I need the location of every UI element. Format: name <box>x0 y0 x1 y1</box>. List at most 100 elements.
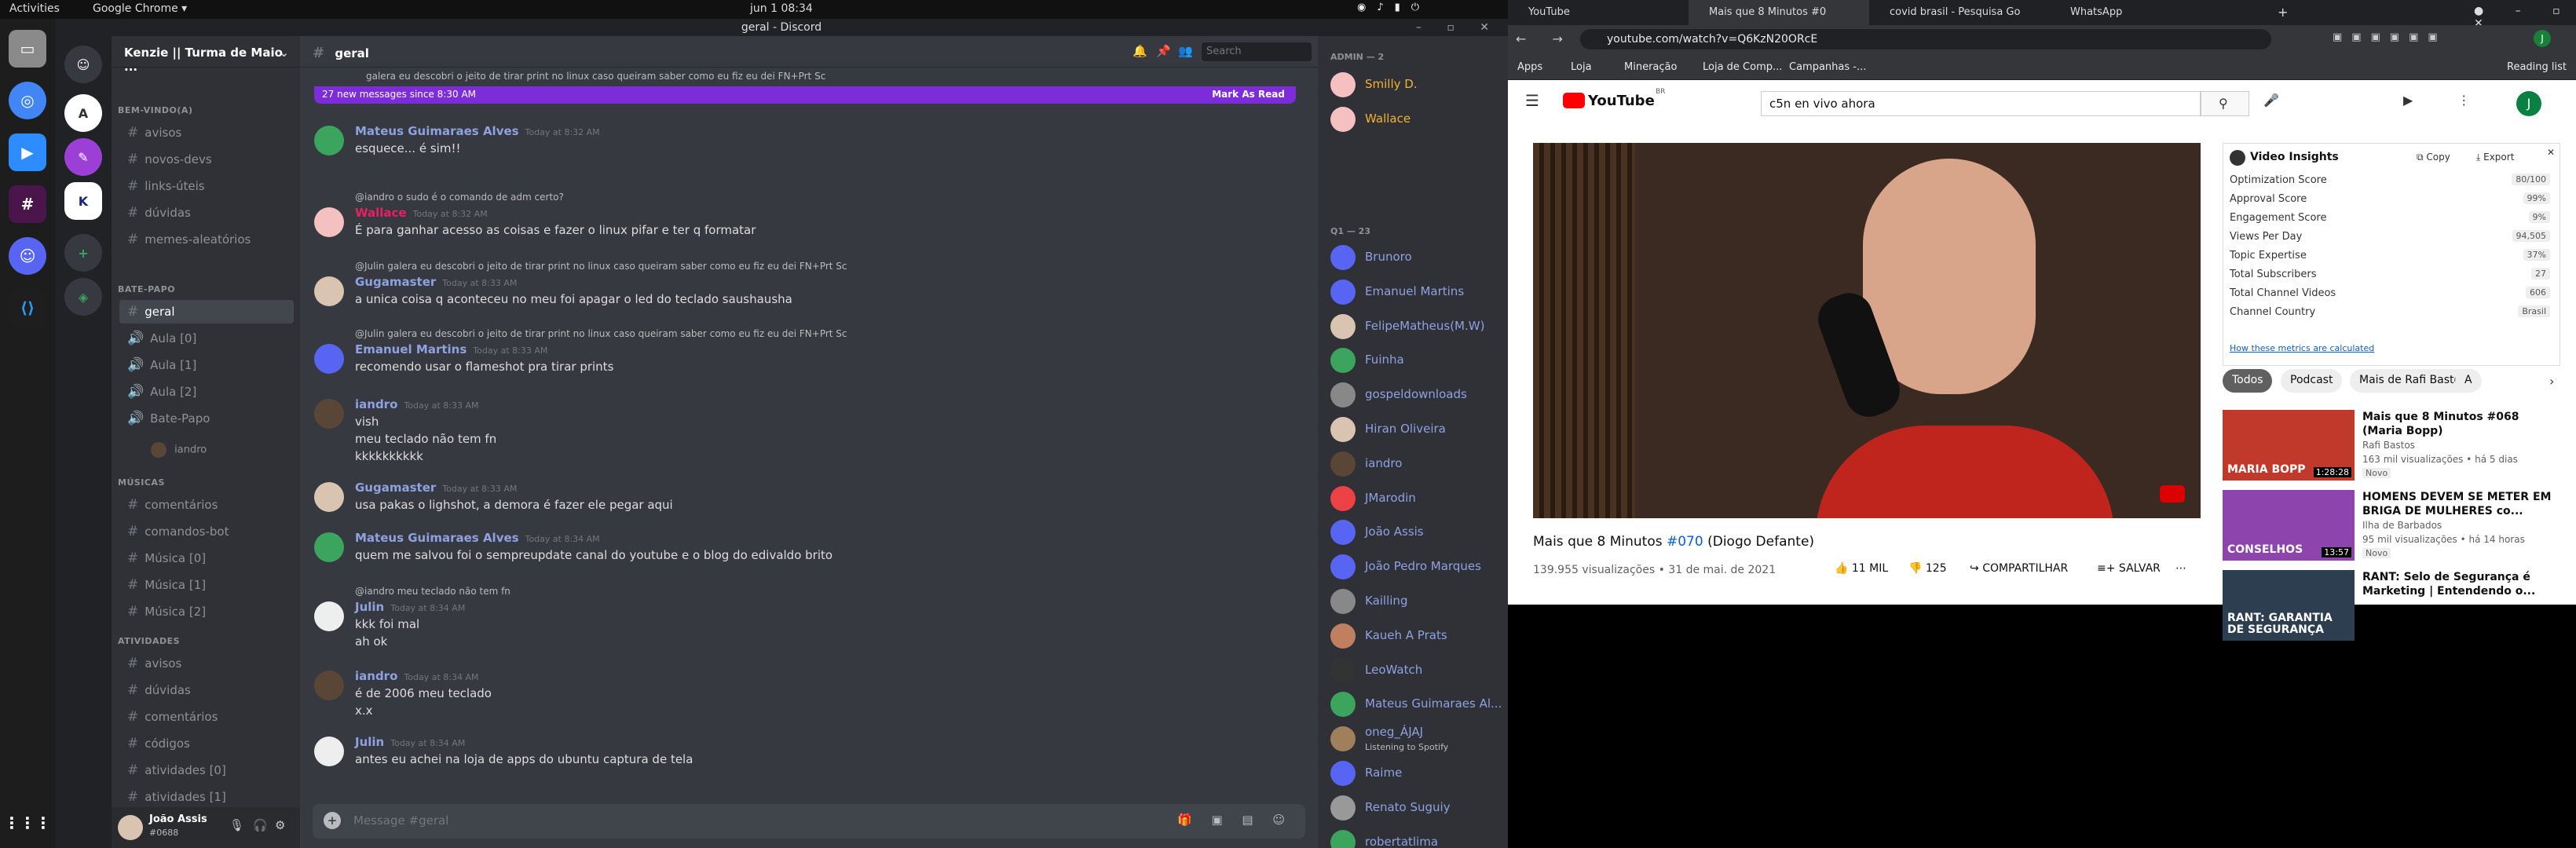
show-apps-icon[interactable]: ⋮⋮⋮ <box>4 804 51 842</box>
category-music[interactable]: MÚSICAS <box>118 477 165 488</box>
message-author[interactable]: Gugamaster Today at 8:33 AM <box>355 481 517 495</box>
mute-icon[interactable]: 🎙 <box>229 818 244 832</box>
member-item[interactable]: Emanuel Martins <box>1330 276 1503 308</box>
wifi-icon[interactable]: ◉ <box>1357 2 1366 13</box>
system-tray[interactable]: ◉ ♪ ▮ ⏻ <box>1357 2 1419 13</box>
rec-channel[interactable]: Ilha de Barbados <box>2362 520 2442 531</box>
channel-item[interactable]: # avisos <box>119 121 294 144</box>
address-bar[interactable]: youtube.com/watch?v=Q6KzN20ORcE <box>1580 29 2271 49</box>
tab-whatsapp[interactable]: WhatsApp <box>2050 0 2207 25</box>
channel-item[interactable]: # avisos <box>119 652 294 675</box>
server-icon-1[interactable]: A <box>64 94 102 132</box>
rec-channel[interactable]: Rafi Bastos <box>2362 440 2415 451</box>
channel-item[interactable]: # memes-aleatórios <box>119 228 294 251</box>
message-author[interactable]: Gugamaster Today at 8:33 AM <box>355 275 517 289</box>
video-title-hashtag[interactable]: #070 <box>1667 534 1703 550</box>
bookmark-loja[interactable]: Loja <box>1571 61 1592 73</box>
server-icon-2[interactable]: ✎ <box>64 138 102 176</box>
avatar[interactable] <box>314 532 344 562</box>
vscode-icon[interactable]: ⟨⟩ <box>9 289 46 327</box>
server-header[interactable]: Kenzie || Turma de Maio ... ⌄ <box>112 36 300 74</box>
reply-preview[interactable]: @Julin galera eu descobri o jeito de tir… <box>355 328 847 339</box>
member-item[interactable]: Fuinha <box>1330 345 1503 376</box>
chrome-icon[interactable]: ◎ <box>9 82 46 119</box>
member-item[interactable]: Kaueh A Prats <box>1330 620 1503 652</box>
bookmark-loja-comp[interactable]: Loja de Comp... <box>1703 61 1782 73</box>
member-item[interactable]: iandro <box>1330 448 1503 480</box>
message-input[interactable]: + Message #geral 🎁 ▣ ▤ ☺ <box>313 804 1305 839</box>
chevron-down-icon[interactable]: ⌄ <box>279 46 289 60</box>
member-item[interactable]: João Assis <box>1330 517 1503 548</box>
account-avatar[interactable]: J <box>2516 91 2541 116</box>
chat-message[interactable]: iandro Today at 8:33 AM vish meu teclado nã… <box>314 397 1296 463</box>
channel-item[interactable]: 🔊 Aula [1] <box>119 353 294 377</box>
bookmark-apps[interactable]: Apps <box>1517 61 1542 73</box>
clock[interactable]: jun 1 08:34 <box>750 2 813 15</box>
window-controls[interactable]: – ▫ ✕ <box>1416 19 1500 36</box>
pin-icon[interactable]: 📌 <box>1156 44 1171 58</box>
battery-icon[interactable]: ▮ <box>1395 2 1400 13</box>
emoji-gif-icons[interactable]: 🎁 ▣ ▤ ☺ <box>1177 813 1293 827</box>
export-button[interactable]: ⤓ Export <box>2476 152 2514 163</box>
bookmark-mineracao[interactable]: Mineração <box>1624 61 1677 73</box>
share-button[interactable]: ↪ COMPARTILHAR <box>1970 562 2068 575</box>
message-author[interactable]: iandro Today at 8:34 AM <box>355 669 478 683</box>
recommended-video[interactable]: MARIA BOPP 1:28:28 Mais que 8 Minutos #068… <box>2223 410 2560 481</box>
search-button[interactable]: ⚲ <box>2201 91 2249 116</box>
app-menu[interactable]: Google Chrome ▾ <box>93 2 187 15</box>
chat-message[interactable]: @iandro o sudo é o comando de adm certo?… <box>314 192 1296 254</box>
headphones-icon[interactable]: 🎧 <box>253 818 268 832</box>
more-icon[interactable]: ⋯ <box>2175 562 2186 575</box>
category-chat[interactable]: BATE-PAPO <box>118 284 175 294</box>
member-item[interactable]: Mateus Guimaraes Al... <box>1330 689 1503 720</box>
member-item[interactable]: FelipeMatheus(M.W) <box>1330 311 1503 342</box>
member-item[interactable]: Wallace <box>1330 104 1503 135</box>
extension-icons[interactable]: ▣▣▣▣▣▣ <box>2333 31 2447 43</box>
channel-item[interactable]: 🔊 Aula [2] <box>119 380 294 404</box>
mic-icon[interactable]: 🎤 <box>2263 93 2279 108</box>
power-icon[interactable]: ⏻ <box>1411 2 1419 13</box>
video-player[interactable] <box>1533 143 2201 518</box>
channel-item[interactable]: # Música [0] <box>119 546 294 570</box>
tab-youtube[interactable]: YouTube <box>1508 0 1689 25</box>
bell-icon[interactable]: 🔔 <box>1132 44 1147 58</box>
tab-covid-brasil[interactable]: covid brasil - Pesquisa Go <box>1869 0 2050 25</box>
metrics-link[interactable]: How these metrics are calculated <box>2230 343 2374 353</box>
message-author[interactable]: Julin Today at 8:34 AM <box>355 735 465 749</box>
filter-chip[interactable]: Todos <box>2223 369 2273 393</box>
bookmark-campanhas[interactable]: Campanhas -... <box>1789 61 1866 73</box>
volume-icon[interactable]: ♪ <box>1377 2 1383 13</box>
copy-button[interactable]: ⧉ Copy <box>2417 152 2450 163</box>
avatar[interactable] <box>314 207 344 237</box>
message-author[interactable]: iandro Today at 8:33 AM <box>355 397 478 411</box>
members-icon[interactable]: 👥 <box>1178 44 1193 58</box>
close-icon[interactable]: ✕ <box>2547 147 2555 158</box>
member-item[interactable]: Hiran Oliveira <box>1330 414 1503 445</box>
category-activities[interactable]: ATIVIDADES <box>118 636 180 646</box>
avatar[interactable] <box>314 126 344 155</box>
recommended-video[interactable]: RANT: GARANTIA DE SEGURANÇA RANT: Selo de… <box>2223 570 2560 641</box>
channel-item[interactable]: # links-úteis <box>119 174 294 198</box>
channel-item[interactable]: # comandos-bot <box>119 520 294 543</box>
member-item[interactable]: gospeldownloads <box>1330 379 1503 411</box>
search-input[interactable]: Search <box>1202 42 1312 61</box>
message-author[interactable]: Emanuel Martins Today at 8:33 AM <box>355 342 547 356</box>
channel-item[interactable]: 🔊 Aula [0] <box>119 327 294 350</box>
member-item[interactable]: oneg_ÁJAJ Listening to Spotify <box>1330 723 1503 755</box>
discord-home-icon[interactable]: ☺ <box>64 46 102 83</box>
member-item[interactable]: LeoWatch <box>1330 655 1503 686</box>
save-button[interactable]: ≡+ SALVAR <box>2097 562 2161 575</box>
channel-item[interactable]: 🔊 Bate-Papo <box>119 407 294 430</box>
like-button[interactable]: 👍 11 MIL <box>1835 562 1888 575</box>
rec-title[interactable]: Mais que 8 Minutos #068 (Maria Bopp) <box>2362 410 2559 438</box>
chat-message[interactable]: Julin Today at 8:34 AM antes eu achei na l… <box>314 735 1296 798</box>
explore-servers-icon[interactable]: ◈ <box>64 278 102 316</box>
chat-message[interactable]: Mateus Guimaraes Alves Today at 8:34 AM qu… <box>314 531 1296 594</box>
channel-item[interactable]: # Música [2] <box>119 600 294 623</box>
zoom-icon[interactable]: ▶ <box>9 133 46 171</box>
tab-mais-que-8-minutos[interactable]: Mais que 8 Minutos #0 <box>1689 0 1869 25</box>
reply-preview[interactable]: @iandro o sudo é o comando de adm certo? <box>355 192 564 203</box>
new-tab-button[interactable]: + <box>2278 5 2288 20</box>
member-item[interactable]: João Pedro Marques <box>1330 551 1503 583</box>
category-welcome[interactable]: BEM-VINDO(A) <box>118 105 192 115</box>
